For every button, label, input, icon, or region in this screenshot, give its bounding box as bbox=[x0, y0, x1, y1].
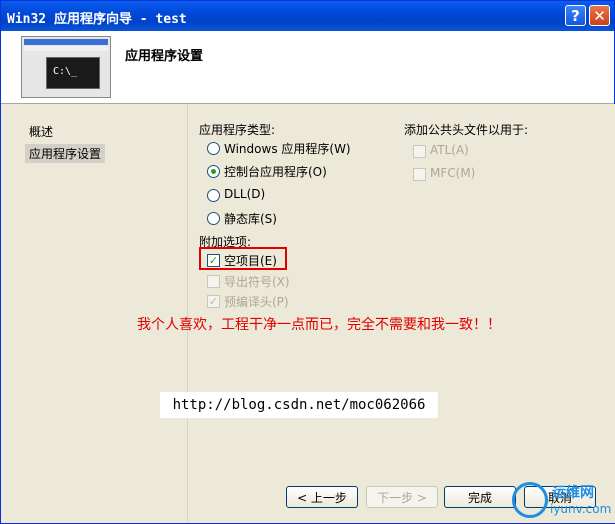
watermark-circle-icon bbox=[512, 482, 548, 518]
checkbox-mfc-label: MFC(M) bbox=[430, 166, 476, 180]
back-button[interactable]: < 上一步 bbox=[286, 486, 358, 508]
checkbox-precompiled-header-label: 预编译头(P) bbox=[224, 295, 289, 309]
radio-windows-app[interactable] bbox=[207, 142, 220, 155]
watermark-sub: iyunv.com bbox=[550, 502, 612, 516]
close-button[interactable]: ✕ bbox=[589, 5, 610, 26]
checkbox-mfc bbox=[413, 168, 426, 181]
checkbox-precompiled-header: ✓ bbox=[207, 295, 220, 308]
window-title: Win32 应用程序向导 - test bbox=[7, 12, 187, 27]
page-title: 应用程序设置 bbox=[125, 49, 204, 64]
radio-console-app[interactable] bbox=[207, 165, 220, 178]
headers-label: 添加公共头文件以用于: bbox=[404, 123, 529, 137]
blog-url: http://blog.csdn.net/moc062066 bbox=[160, 392, 438, 418]
checkbox-export-symbols-label: 导出符号(X) bbox=[224, 275, 290, 289]
app-type-label: 应用程序类型: bbox=[199, 123, 276, 137]
radio-console-app-label[interactable]: 控制台应用程序(O) bbox=[224, 163, 327, 180]
wizard-window: Win32 应用程序向导 - test ? ✕ C:\_ 应用程序设置 概述 应… bbox=[0, 0, 615, 524]
radio-static-lib-label[interactable]: 静态库(S) bbox=[224, 210, 277, 227]
radio-static-lib[interactable] bbox=[207, 212, 220, 225]
watermark-text: 运维网 bbox=[552, 485, 594, 501]
annotation-text: 我个人喜欢，工程干净一点而已，完全不需要和我一致！！ bbox=[137, 317, 501, 333]
title-bar[interactable]: Win32 应用程序向导 - test ? ✕ bbox=[1, 1, 614, 31]
wizard-header: C:\_ 应用程序设置 bbox=[1, 31, 614, 104]
finish-button[interactable]: 完成 bbox=[444, 486, 516, 508]
next-button: 下一步 > bbox=[366, 486, 438, 508]
sidebar-item-app-settings[interactable]: 应用程序设置 bbox=[25, 144, 106, 163]
highlight-box bbox=[199, 247, 287, 270]
radio-dll[interactable] bbox=[207, 189, 220, 202]
help-button[interactable]: ? bbox=[565, 5, 586, 26]
checkbox-atl bbox=[413, 145, 426, 158]
checkbox-export-symbols bbox=[207, 275, 220, 288]
radio-dll-label[interactable]: DLL(D) bbox=[224, 187, 265, 201]
console-app-icon: C:\_ bbox=[21, 36, 111, 98]
watermark-logo: 运维网 iyunv.com bbox=[512, 480, 612, 520]
sidebar-item-overview[interactable]: 概述 bbox=[25, 122, 57, 141]
checkbox-atl-label: ATL(A) bbox=[430, 143, 469, 157]
radio-windows-app-label[interactable]: Windows 应用程序(W) bbox=[224, 140, 351, 157]
